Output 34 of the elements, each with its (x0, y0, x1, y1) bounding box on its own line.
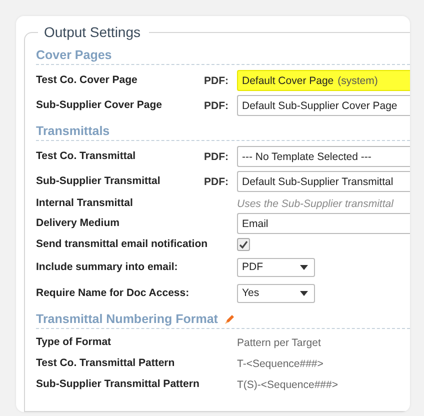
format-label: PDF: (204, 176, 230, 188)
field-label: Type of Format (36, 336, 112, 349)
pencil-icon[interactable] (224, 313, 236, 325)
field-label: Delivery Medium (36, 217, 120, 230)
note-text: Uses the Sub-Supplier transmittal (237, 198, 395, 210)
field-label: Sub-Supplier Cover Page (36, 99, 164, 112)
field-label: Sub-Supplier Transmittal (36, 175, 162, 188)
field-label: Internal Transmittal (36, 197, 134, 210)
caret-icon (300, 264, 308, 270)
field-label: Include summary into email: (36, 260, 179, 274)
field-label: Test Co. Cover Page (36, 74, 138, 87)
format-label: PDF: (204, 150, 230, 162)
format-label: PDF: (204, 74, 230, 86)
checkbox[interactable] (237, 238, 250, 250)
caret-icon (300, 290, 308, 296)
field-value: T-<Sequence###> (237, 358, 324, 370)
field-value: T(S)-<Sequence###> (237, 378, 339, 390)
section-heading: Transmittal Numbering Format (36, 312, 218, 326)
template-select[interactable]: Default Cover Page (system) (237, 70, 410, 91)
field-label: Require Name for Doc Access: (36, 286, 190, 300)
section-heading: Cover Pages (36, 48, 112, 62)
dropdown[interactable]: PDF (237, 258, 315, 276)
dropdown[interactable]: Yes (237, 284, 315, 302)
select-field[interactable]: Email (237, 213, 410, 234)
template-select[interactable]: Default Sub-Supplier Cover Page (237, 95, 410, 116)
template-select[interactable]: --- No Template Selected --- (237, 146, 410, 167)
field-label: Sub-Supplier Transmittal Pattern (36, 378, 200, 391)
field-value: Pattern per Target (237, 336, 322, 348)
section-heading: Transmittals (36, 124, 110, 138)
group-title: Output Settings (43, 24, 142, 40)
template-select[interactable]: Default Sub-Supplier Transmittal (237, 171, 410, 192)
field-label: Test Co. Transmittal Pattern (36, 357, 176, 370)
field-label: Test Co. Transmittal (36, 150, 137, 163)
format-label: PDF: (204, 100, 230, 112)
